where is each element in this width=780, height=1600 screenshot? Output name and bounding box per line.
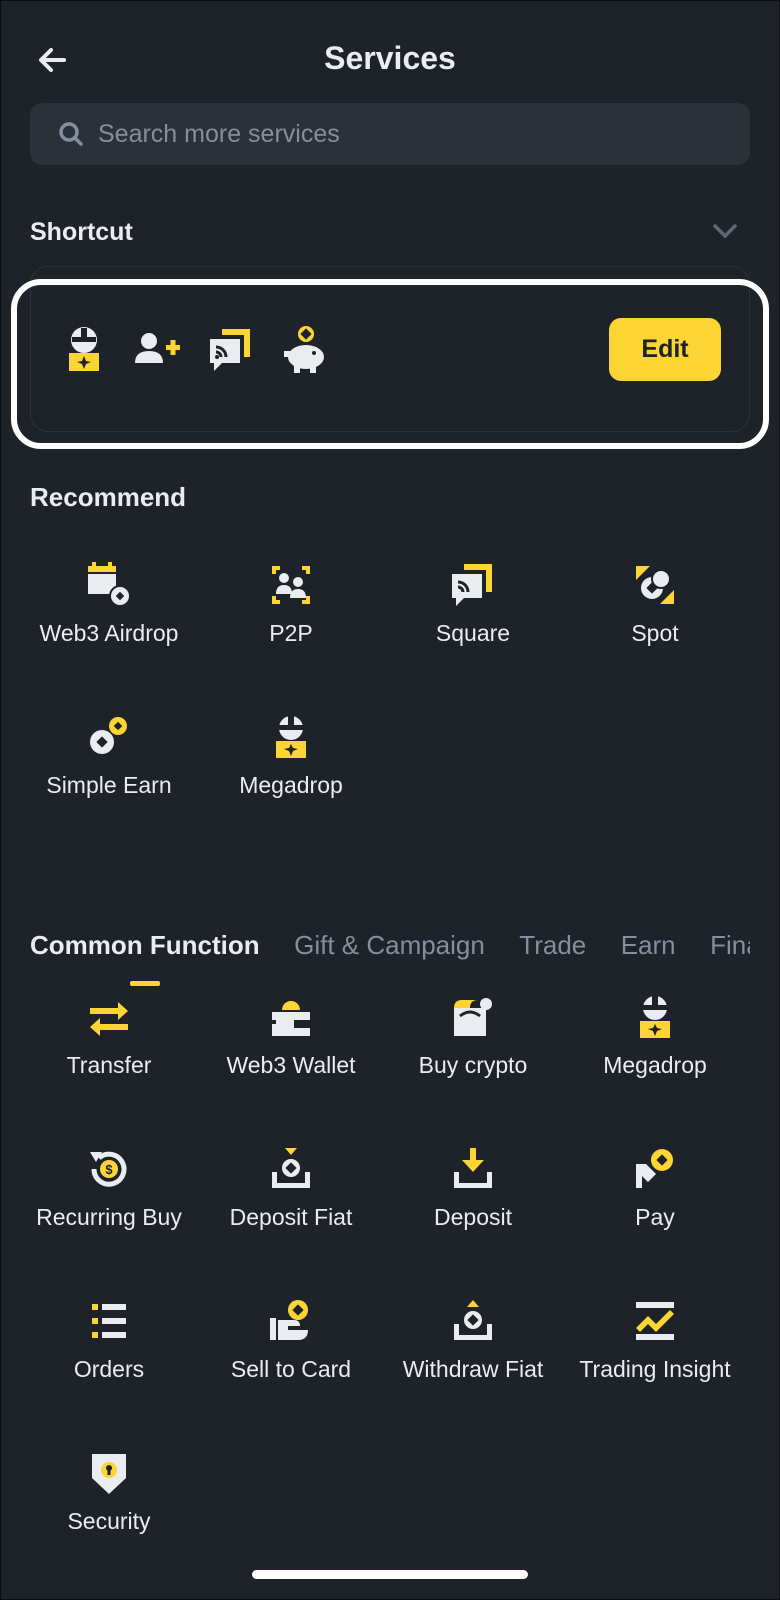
- trading-insight-icon: [636, 1302, 674, 1340]
- page-title: Services: [324, 40, 456, 76]
- search-bar[interactable]: Search more services: [30, 103, 750, 165]
- web3-wallet-item[interactable]: Web3 Wallet: [198, 994, 384, 1114]
- transfer-icon: [90, 1002, 128, 1036]
- spot-item[interactable]: Spot: [562, 562, 748, 682]
- recurring-buy-item[interactable]: $ Recurring Buy: [16, 1146, 202, 1266]
- tab-common-function[interactable]: Common Function: [30, 930, 260, 961]
- search-placeholder: Search more services: [98, 120, 340, 148]
- square-icon[interactable]: [208, 325, 254, 375]
- recommend-heading: Recommend: [30, 482, 187, 512]
- category-tabs: Common Function Gift & Campaign Trade Ea…: [30, 930, 750, 970]
- deposit-item[interactable]: Deposit: [380, 1146, 566, 1266]
- buy-crypto-item[interactable]: Buy crypto: [380, 994, 566, 1114]
- simple-earn-icon: [90, 717, 127, 754]
- web3-wallet-icon: [272, 1001, 310, 1036]
- buy-crypto-icon: [454, 998, 492, 1036]
- p2p-item[interactable]: P2P: [198, 562, 384, 682]
- pay-icon: [636, 1149, 673, 1188]
- p2p-icon: [272, 566, 310, 604]
- piggy-bank-icon[interactable]: [282, 325, 328, 375]
- home-indicator: [252, 1570, 528, 1579]
- tab-finance[interactable]: Finance: [710, 930, 750, 961]
- deposit-icon: [454, 1148, 492, 1188]
- pay-item[interactable]: Pay: [562, 1146, 748, 1266]
- edit-button[interactable]: Edit: [609, 318, 721, 381]
- withdraw-fiat-icon: [454, 1300, 492, 1340]
- simple-earn-item[interactable]: Simple Earn: [16, 714, 202, 834]
- web3-airdrop-icon: [88, 562, 131, 607]
- tab-trade[interactable]: Trade: [519, 930, 586, 961]
- megadrop-item[interactable]: Megadrop: [562, 994, 748, 1114]
- deposit-fiat-item[interactable]: Deposit Fiat: [198, 1146, 384, 1266]
- header: Services: [0, 30, 780, 90]
- transfer-item[interactable]: Transfer: [16, 994, 202, 1114]
- add-user-icon[interactable]: [135, 325, 181, 375]
- tab-gift-campaign[interactable]: Gift & Campaign: [294, 930, 485, 961]
- square-icon: [452, 564, 492, 606]
- withdraw-fiat-item[interactable]: Withdraw Fiat: [380, 1298, 566, 1418]
- megadrop-icon[interactable]: [64, 325, 110, 375]
- svg-text:$: $: [105, 1162, 113, 1177]
- megadrop-item[interactable]: Megadrop: [198, 714, 384, 834]
- recurring-buy-icon: $: [90, 1151, 127, 1187]
- spot-icon: [636, 566, 674, 604]
- sell-to-card-item[interactable]: Sell to Card: [198, 1298, 384, 1418]
- megadrop-icon: [276, 716, 306, 758]
- trading-insight-item[interactable]: Trading Insight: [562, 1298, 748, 1418]
- tab-earn[interactable]: Earn: [621, 930, 676, 961]
- deposit-fiat-icon: [272, 1148, 310, 1188]
- orders-item[interactable]: Orders: [16, 1298, 202, 1418]
- shortcut-heading: Shortcut: [30, 218, 133, 246]
- active-tab-indicator: [130, 981, 160, 986]
- sell-to-card-icon: [270, 1300, 308, 1340]
- security-icon: [92, 1454, 126, 1494]
- security-item[interactable]: Security: [16, 1450, 202, 1570]
- orders-icon: [92, 1304, 126, 1338]
- search-icon: [59, 122, 83, 146]
- web3-airdrop-item[interactable]: Web3 Airdrop: [16, 562, 202, 682]
- chevron-down-icon[interactable]: [712, 222, 738, 240]
- megadrop-icon: [640, 996, 670, 1038]
- square-item[interactable]: Square: [380, 562, 566, 682]
